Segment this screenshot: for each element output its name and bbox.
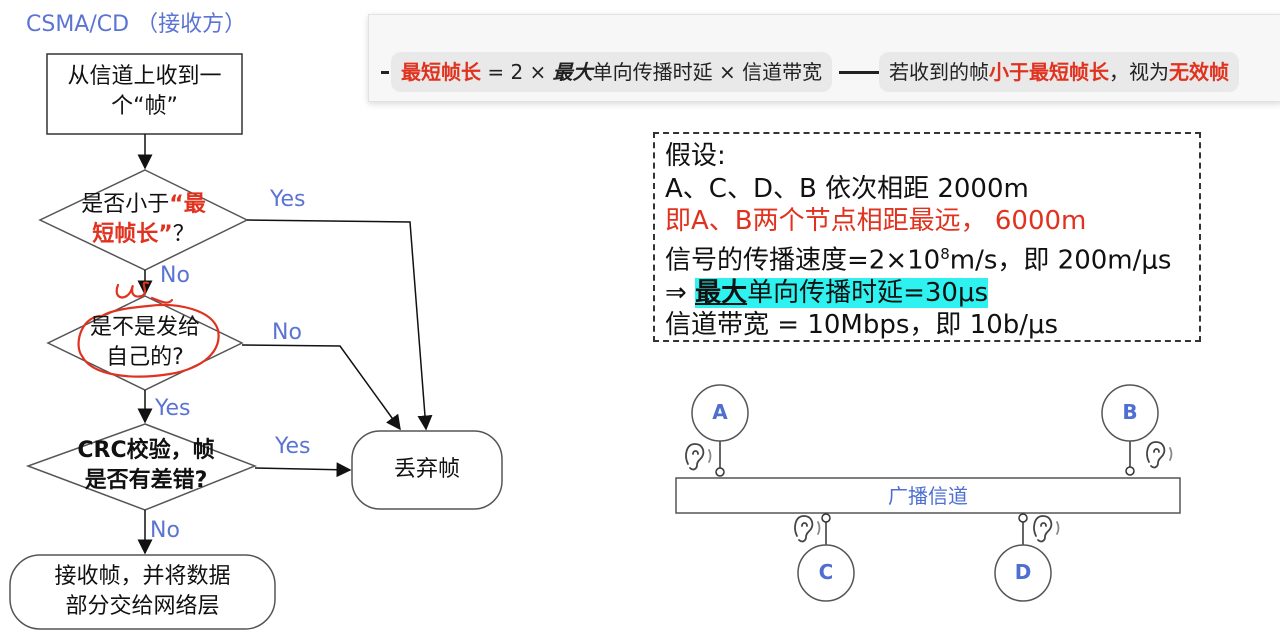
assume-highlight: 最大单向传播时延=30μs [695, 277, 989, 308]
d1-red-a: “最 [169, 192, 206, 217]
assume-line-5: ⇒ 最大单向传播时延=30μs [665, 277, 1199, 310]
d2-line1: 是不是发给 [89, 315, 200, 340]
ear-icon [685, 443, 712, 471]
formula-banner: 最短帧长 = 2 × 最大单向传播时延 × 信道带宽 若收到的帧小于最短帧长，视… [368, 14, 1280, 102]
formula-term-min-frame: 最短帧长 [401, 60, 481, 84]
decision-for-self-text: 是不是发给 自己的? [48, 313, 242, 373]
start-node-text: 从信道上收到一 个“帧” [47, 62, 242, 122]
decision-min-frame-text: 是否小于“最 短帧长”？ [40, 190, 247, 250]
node-c-port [821, 513, 831, 523]
node-d-label: D [1014, 560, 1032, 584]
rule-pre: 若收到的帧 [889, 60, 989, 84]
rule-red-2: 无效帧 [1169, 60, 1229, 84]
ear-icon [1033, 515, 1060, 543]
formula-bold-max: 最大 [552, 60, 593, 84]
assume-line-1: 假设: [665, 141, 726, 171]
d1-post: ？ [172, 222, 195, 247]
node-d-port [1018, 513, 1028, 523]
accept-line2: 部分交给网络层 [65, 594, 220, 619]
assume-line-4-post: m/s，即 200m/μs [949, 245, 1172, 276]
label-yes-3: Yes [275, 434, 311, 459]
ear-icon [1146, 441, 1173, 469]
formula-bar-left [381, 71, 389, 74]
assumptions-box: 假设: A、C、D、B 依次相距 2000m 即A、B两个节点相距最远， 600… [653, 132, 1201, 342]
formula-bar-mid [839, 71, 879, 74]
d2-line2: 自己的? [106, 345, 184, 370]
assume-line-2: A、C、D、B 依次相距 2000m [665, 173, 1029, 204]
accept-line1: 接收帧，并将数据 [54, 564, 231, 589]
channel-label: 广播信道 [888, 484, 968, 508]
assume-line-4-sup: 8 [940, 244, 950, 263]
discard-node-text: 丢弃帧 [393, 457, 460, 482]
assume-line-5-rest: 单向传播时延=30μs [747, 277, 989, 308]
assume-line-4-pre: 信号的传播速度=2×10 [665, 245, 941, 276]
label-no-3: No [150, 518, 180, 543]
d3-line2: 是否有差错? [84, 468, 208, 493]
d1-pre: 是否小于 [81, 192, 170, 217]
start-line1: 从信道上收到一 [67, 64, 222, 89]
label-yes-1: Yes [270, 187, 306, 212]
node-b-port [1125, 466, 1135, 476]
ear-icon [794, 515, 821, 543]
arrow-d2-no [241, 344, 401, 431]
label-yes-2: Yes [155, 396, 191, 421]
node-a-port [715, 467, 725, 477]
node-b-label: B [1122, 400, 1138, 424]
formula-rest: 单向传播时延 × 信道带宽 [592, 60, 823, 84]
start-line2: 个“帧” [111, 94, 178, 119]
assume-line-3: 即A、B两个节点相距最远， 6000m [665, 206, 1087, 236]
rule-red-1: 小于最短帧长 [989, 60, 1109, 84]
label-no-2: No [272, 320, 302, 345]
label-no-1: No [160, 263, 190, 288]
assume-line-6: 信道带宽 = 10Mbps，即 10b/μs [665, 310, 1059, 341]
arrow-d3-yes [254, 462, 352, 478]
formula-pill-rule: 若收到的帧小于最短帧长，视为无效帧 [879, 52, 1239, 92]
formula-pill-definition: 最短帧长 = 2 × 最大单向传播时延 × 信道带宽 [391, 52, 833, 92]
decision-crc-text: CRC校验，帧 是否有差错? [28, 436, 264, 496]
formula-eq: = 2 × [481, 60, 553, 84]
d1-red-b: 短帧长” [92, 222, 173, 247]
assume-line-4: 信号的传播速度=2×108m/s，即 200m/μs [665, 238, 1199, 277]
assume-bold-max: 最大 [695, 277, 748, 308]
node-a-label: A [712, 400, 728, 424]
assume-arrow: ⇒ [665, 277, 696, 308]
node-c-label: C [818, 560, 834, 584]
d3-line1: CRC校验，帧 [77, 438, 215, 463]
accept-node-text: 接收帧，并将数据 部分交给网络层 [10, 562, 275, 622]
rule-mid: ，视为 [1109, 60, 1169, 84]
